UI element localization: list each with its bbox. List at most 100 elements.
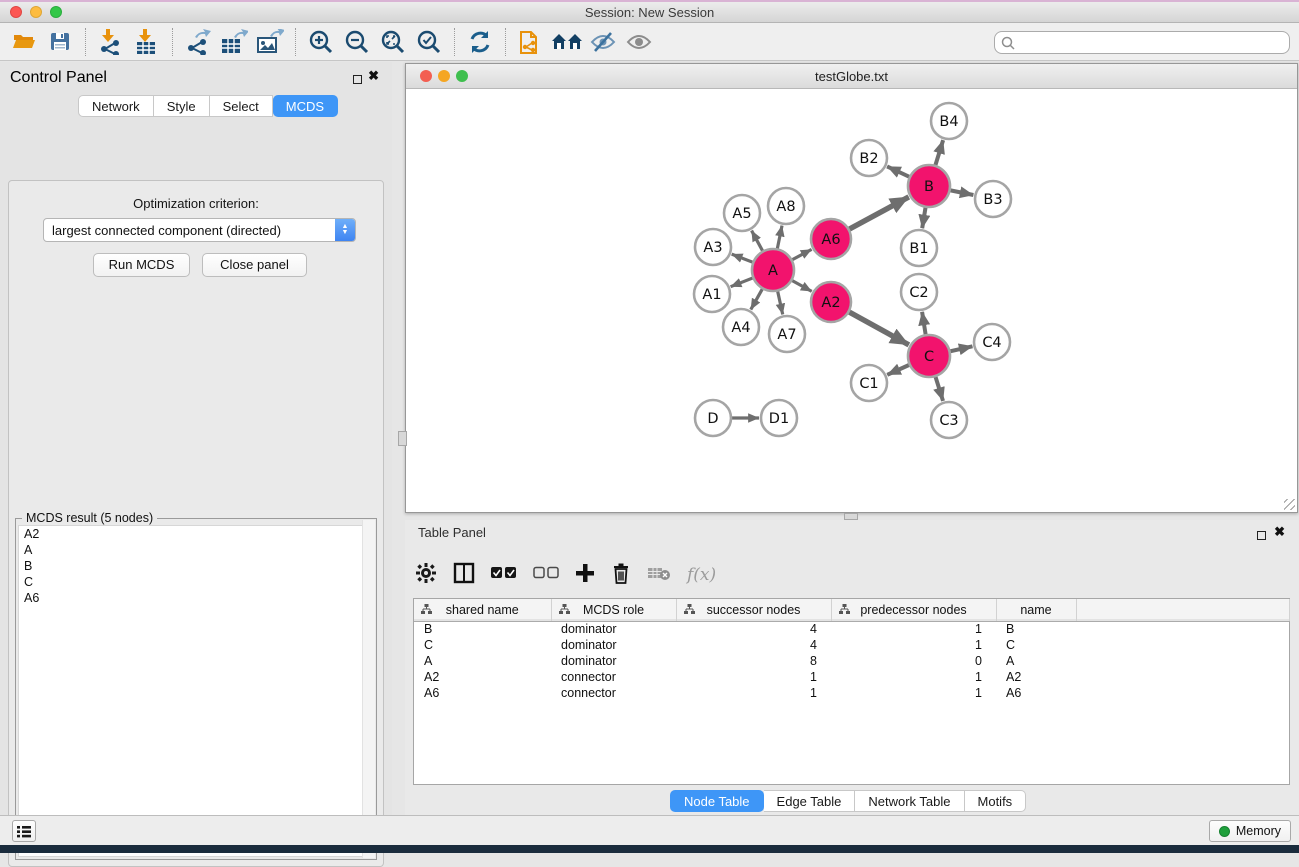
mcds-result-list[interactable]: A2ABCA6	[18, 525, 374, 857]
tab-mcds[interactable]: MCDS	[273, 95, 338, 117]
graph-node-C3[interactable]: C3	[931, 402, 967, 438]
search-field[interactable]	[994, 31, 1290, 54]
network-canvas[interactable]: B4B2BB3A5A8A6B1A3AC2A1A2A4A7C4CC1DD1C3	[407, 89, 1297, 512]
table-cell[interactable]: A6	[414, 685, 551, 701]
memory-button[interactable]: Memory	[1209, 820, 1291, 842]
select-all-checked-icon[interactable]	[491, 566, 517, 584]
mcds-result-item[interactable]: A	[19, 542, 373, 558]
column-header-shared-name[interactable]: shared name	[414, 599, 551, 621]
import-network-icon[interactable]	[93, 25, 129, 59]
float-panel-icon[interactable]	[353, 71, 362, 89]
graph-node-D1[interactable]: D1	[761, 400, 797, 436]
network-view-window[interactable]: testGlobe.txt B4B2BB3A5A8A6B1A3AC2A1A2A4…	[405, 63, 1298, 513]
tab-select[interactable]: Select	[210, 95, 273, 117]
float-panel-icon[interactable]	[1257, 527, 1266, 545]
close-panel-icon[interactable]: ✖	[1274, 527, 1285, 536]
tab-node-table[interactable]: Node Table	[670, 790, 764, 812]
graph-node-C[interactable]: C	[908, 335, 950, 377]
table-cell[interactable]: 8	[676, 653, 831, 669]
graph-node-A2[interactable]: A2	[811, 282, 851, 322]
table-cell[interactable]: A2	[996, 669, 1076, 685]
column-header-predecessor-nodes[interactable]: predecessor nodes	[831, 599, 996, 621]
table-cell[interactable]: B	[414, 621, 551, 637]
tab-network[interactable]: Network	[78, 95, 154, 117]
tab-edge-table[interactable]: Edge Table	[764, 790, 856, 812]
app-titlebar[interactable]: Session: New Session	[0, 2, 1299, 23]
table-cell[interactable]: connector	[551, 669, 676, 685]
home-icon[interactable]	[549, 25, 585, 59]
graph-node-A3[interactable]: A3	[695, 229, 731, 265]
save-session-icon[interactable]	[42, 25, 78, 59]
network-window-titlebar[interactable]: testGlobe.txt	[406, 64, 1297, 89]
table-cell[interactable]: 1	[831, 621, 996, 637]
tab-network-table[interactable]: Network Table	[855, 790, 964, 812]
graph-node-A1[interactable]: A1	[694, 276, 730, 312]
table-cell[interactable]: A	[996, 653, 1076, 669]
table-cell[interactable]: C	[996, 637, 1076, 653]
column-header-successor-nodes[interactable]: successor nodes	[676, 599, 831, 621]
criterion-select[interactable]: largest connected component (directed) ▲…	[43, 218, 356, 242]
graph-node-C1[interactable]: C1	[851, 365, 887, 401]
close-panel-button[interactable]: Close panel	[202, 253, 307, 277]
table-cell[interactable]: B	[996, 621, 1076, 637]
import-table-icon[interactable]	[129, 25, 165, 59]
search-input[interactable]	[1015, 33, 1289, 52]
open-session-icon[interactable]	[6, 25, 42, 59]
tab-style[interactable]: Style	[154, 95, 210, 117]
close-panel-icon[interactable]: ✖	[368, 71, 379, 80]
zoom-selected-icon[interactable]	[411, 25, 447, 59]
table-cell[interactable]: 4	[676, 621, 831, 637]
graph-node-A5[interactable]: A5	[724, 195, 760, 231]
network-graph[interactable]: B4B2BB3A5A8A6B1A3AC2A1A2A4A7C4CC1DD1C3	[407, 89, 1297, 512]
result-scrollbar[interactable]	[362, 520, 375, 858]
table-cell[interactable]: dominator	[551, 621, 676, 637]
run-mcds-button[interactable]: Run MCDS	[93, 253, 190, 277]
table-cell[interactable]: A6	[996, 685, 1076, 701]
birds-eye-view-handle[interactable]	[398, 431, 407, 446]
task-history-button[interactable]	[12, 820, 36, 842]
graph-node-A7[interactable]: A7	[769, 316, 805, 352]
table-cell[interactable]: connector	[551, 685, 676, 701]
graph-node-A4[interactable]: A4	[723, 309, 759, 345]
graph-node-C2[interactable]: C2	[901, 274, 937, 310]
table-cell[interactable]: dominator	[551, 637, 676, 653]
graph-node-B[interactable]: B	[908, 165, 950, 207]
graph-node-A8[interactable]: A8	[768, 188, 804, 224]
graph-node-A6[interactable]: A6	[811, 219, 851, 259]
refresh-icon[interactable]	[462, 25, 498, 59]
export-table-icon[interactable]	[216, 25, 252, 59]
mcds-result-item[interactable]: A6	[19, 590, 373, 606]
graph-node-C4[interactable]: C4	[974, 324, 1010, 360]
select-none-icon[interactable]	[533, 566, 559, 584]
table-cell[interactable]: A2	[414, 669, 551, 685]
column-header-MCDS-role[interactable]: MCDS role	[551, 599, 676, 621]
table-cell[interactable]: A	[414, 653, 551, 669]
graph-node-B2[interactable]: B2	[851, 140, 887, 176]
zoom-fit-icon[interactable]	[375, 25, 411, 59]
hide-details-icon[interactable]	[585, 25, 621, 59]
mcds-result-item[interactable]: B	[19, 558, 373, 574]
export-image-icon[interactable]	[252, 25, 288, 59]
settings-gear-icon[interactable]	[415, 562, 437, 589]
table-cell[interactable]: dominator	[551, 653, 676, 669]
zoom-out-icon[interactable]	[339, 25, 375, 59]
table-cell[interactable]: 1	[831, 637, 996, 653]
split-columns-icon[interactable]	[453, 562, 475, 589]
graph-node-B1[interactable]: B1	[901, 230, 937, 266]
table-cell[interactable]: 1	[676, 685, 831, 701]
table-cell[interactable]: 0	[831, 653, 996, 669]
show-details-icon[interactable]	[621, 25, 657, 59]
column-header-name[interactable]: name	[996, 599, 1076, 621]
graph-node-B3[interactable]: B3	[975, 181, 1011, 217]
zoom-in-icon[interactable]	[303, 25, 339, 59]
delete-column-icon[interactable]	[611, 562, 631, 589]
export-network-icon[interactable]	[180, 25, 216, 59]
mcds-result-item[interactable]: A2	[19, 526, 373, 542]
table-cell[interactable]: 1	[831, 669, 996, 685]
table-cell[interactable]: 1	[676, 669, 831, 685]
table-cell[interactable]: 4	[676, 637, 831, 653]
add-column-icon[interactable]	[575, 563, 595, 588]
table-cell[interactable]: 1	[831, 685, 996, 701]
tab-motifs[interactable]: Motifs	[965, 790, 1027, 812]
graph-node-B4[interactable]: B4	[931, 103, 967, 139]
